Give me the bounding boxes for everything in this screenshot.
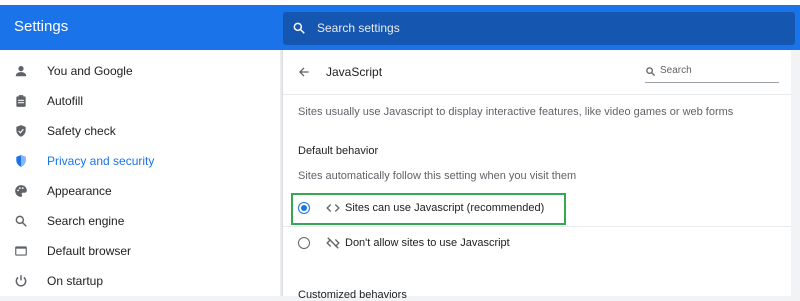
sidebar-item-default-browser[interactable]: Default browser bbox=[0, 236, 280, 266]
browser-icon bbox=[15, 246, 27, 256]
option-label: Sites can use Javascript (recommended) bbox=[345, 202, 545, 214]
sidebar-item-label: Safety check bbox=[47, 124, 116, 138]
person-icon bbox=[15, 66, 27, 77]
sidebar-item-label: Privacy and security bbox=[47, 154, 155, 168]
settings-search-bar[interactable]: Search settings bbox=[283, 12, 795, 45]
sidebar-item-privacy-and-security[interactable]: Privacy and security bbox=[0, 146, 280, 176]
javascript-description: Sites usually use Javascript to display … bbox=[298, 106, 734, 118]
palette-icon bbox=[15, 185, 27, 197]
customized-behaviors-title: Customized behaviors bbox=[298, 289, 407, 301]
option-block-javascript[interactable]: Don't allow sites to use Javascript bbox=[283, 229, 791, 259]
sidebar-item-label: Appearance bbox=[47, 184, 112, 198]
sidebar-item-label: Search engine bbox=[47, 214, 125, 228]
sidebar-item-label: Autofill bbox=[47, 94, 84, 108]
default-behavior-subtitle: Sites automatically follow this setting … bbox=[298, 170, 577, 182]
search-icon bbox=[15, 215, 27, 227]
shield-check-icon bbox=[16, 125, 26, 137]
settings-header: Settings Search settings bbox=[0, 5, 800, 50]
sidebar-item-label: You and Google bbox=[47, 64, 133, 78]
sidebar-item-safety-check[interactable]: Safety check bbox=[0, 116, 280, 146]
search-icon bbox=[293, 22, 305, 34]
subpage-title: JavaScript bbox=[326, 65, 383, 79]
sidebar-item-you-and-google[interactable]: You and Google bbox=[0, 56, 280, 86]
radio-block-javascript[interactable] bbox=[298, 237, 310, 249]
page-title: Settings bbox=[14, 18, 69, 35]
back-arrow-icon[interactable] bbox=[297, 65, 311, 79]
default-behavior-title: Default behavior bbox=[298, 145, 379, 157]
radio-allow-javascript[interactable] bbox=[298, 202, 310, 214]
sidebar-item-autofill[interactable]: Autofill bbox=[0, 86, 280, 116]
clipboard-icon bbox=[16, 95, 26, 107]
option-label: Don't allow sites to use Javascript bbox=[345, 237, 510, 249]
sidebar-item-label: On startup bbox=[47, 274, 104, 288]
code-off-icon bbox=[326, 237, 340, 249]
search-icon bbox=[646, 67, 656, 77]
power-icon bbox=[15, 275, 27, 287]
sidebar-item-search-engine[interactable]: Search engine bbox=[0, 206, 280, 236]
divider bbox=[283, 226, 791, 227]
shield-icon bbox=[16, 155, 26, 167]
sidebar-item-on-startup[interactable]: On startup bbox=[0, 266, 280, 296]
subpage-search-input[interactable]: Search bbox=[645, 64, 779, 83]
sidebar-item-label: Default browser bbox=[47, 244, 132, 258]
divider bbox=[283, 94, 791, 95]
javascript-settings-panel: JavaScript Search Sites usually use Java… bbox=[282, 50, 791, 301]
search-placeholder: Search bbox=[660, 65, 692, 76]
option-allow-javascript[interactable]: Sites can use Javascript (recommended) bbox=[283, 194, 791, 224]
code-icon bbox=[326, 204, 340, 212]
sidebar-item-appearance[interactable]: Appearance bbox=[0, 176, 280, 206]
sidebar: You and Google Autofill Safety check Pri… bbox=[0, 50, 280, 296]
search-placeholder: Search settings bbox=[317, 21, 400, 35]
